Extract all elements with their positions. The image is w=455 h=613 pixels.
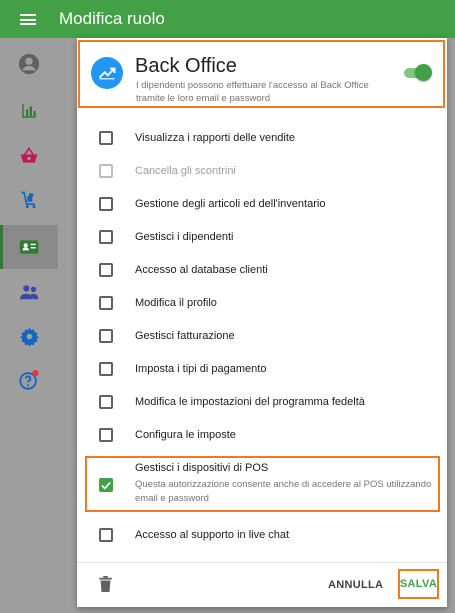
help-icon <box>19 369 39 390</box>
dialog-footer: ANNULLA SALVA <box>77 563 447 607</box>
customers-icon <box>20 285 38 300</box>
back-office-toggle[interactable] <box>402 62 432 84</box>
permission-label: Accesso al database clienti <box>135 264 268 276</box>
permission-label: Cancella gli scontrini <box>135 165 236 177</box>
toggle-thumb <box>415 64 432 81</box>
settings-gear-icon <box>19 327 39 346</box>
bar-chart-icon <box>22 104 36 118</box>
permission-row: Gestisci fatturazione <box>77 319 447 352</box>
sidebar-item-help[interactable] <box>0 358 58 402</box>
sidebar-item-items[interactable] <box>0 134 58 178</box>
permission-row: Visualizza i rapporti delle vendite <box>77 121 447 154</box>
back-office-description: I dipendenti possono effettuare l'access… <box>136 80 369 104</box>
cancel-button[interactable]: ANNULLA <box>328 579 383 591</box>
permission-checkbox[interactable] <box>99 197 113 211</box>
permission-checkbox[interactable] <box>99 230 113 244</box>
pos-permission-label: Gestisci i dispositivi di POS <box>135 462 269 474</box>
permission-label: Gestisci i dipendenti <box>135 231 234 243</box>
permission-checkbox[interactable] <box>99 263 113 277</box>
permission-checkbox[interactable] <box>99 296 113 310</box>
trash-icon[interactable] <box>99 576 112 592</box>
permission-checkbox[interactable] <box>99 428 113 442</box>
permission-label: Modifica le impostazioni del programma f… <box>135 396 365 408</box>
page-title: Modifica ruolo <box>59 9 165 28</box>
permission-row: Cancella gli scontrini <box>77 154 447 187</box>
permission-label: Visualizza i rapporti delle vendite <box>135 132 295 144</box>
sidebar-item-inventory[interactable] <box>0 178 58 222</box>
permission-label: Gestione degli articoli ed dell'inventar… <box>135 198 326 210</box>
sidebar-item-account[interactable] <box>0 42 58 86</box>
permission-row: Modifica il profilo <box>77 286 447 319</box>
sidebar-item-reports[interactable] <box>0 89 58 133</box>
sidebar-item-settings[interactable] <box>0 314 58 358</box>
permission-checkbox[interactable] <box>99 395 113 409</box>
permission-row: Accesso al database clienti <box>77 253 447 286</box>
permission-label: Imposta i tipi di pagamento <box>135 363 267 375</box>
permission-row: Imposta i tipi di pagamento <box>77 352 447 385</box>
inventory-cart-icon <box>21 191 36 209</box>
save-button-highlight: SALVA <box>398 569 439 599</box>
back-office-title: Back Office <box>135 55 237 77</box>
pos-permission-description: Questa autorizzazione consente anche di … <box>135 479 432 504</box>
permission-label: Modifica il profilo <box>135 297 217 309</box>
back-office-section: Back Office I dipendenti possono effettu… <box>78 40 445 108</box>
menu-icon[interactable] <box>20 14 36 25</box>
support-permission-checkbox[interactable] <box>99 528 113 542</box>
basket-icon <box>20 147 38 163</box>
permission-row: Gestisci i dipendenti <box>77 220 447 253</box>
employee-badge-icon <box>19 240 39 254</box>
pos-permission-row: Gestisci i dispositivi di POS Questa aut… <box>77 458 447 510</box>
permission-row: Gestione degli articoli ed dell'inventar… <box>77 187 447 220</box>
permission-row: Configura le imposte <box>77 418 447 451</box>
app-bar: Modifica ruolo <box>0 0 455 38</box>
permission-checkbox[interactable] <box>99 329 113 343</box>
permission-label: Gestisci fatturazione <box>135 330 235 342</box>
permission-checkbox[interactable] <box>99 131 113 145</box>
check-icon <box>101 481 111 490</box>
permission-row: Modifica le impostazioni del programma f… <box>77 385 447 418</box>
account-icon <box>18 53 40 75</box>
sidebar <box>0 38 58 613</box>
back-office-trend-icon <box>91 57 123 89</box>
permission-row: Accesso al supporto in live chat <box>77 518 447 551</box>
support-permission-label: Accesso al supporto in live chat <box>135 529 290 541</box>
permission-checkbox <box>99 164 113 178</box>
permission-checkbox[interactable] <box>99 362 113 376</box>
permission-label: Configura le imposte <box>135 429 236 441</box>
sidebar-item-customers[interactable] <box>0 270 58 314</box>
edit-role-dialog: Back Office I dipendenti possono effettu… <box>77 38 447 607</box>
pos-permission-checkbox[interactable] <box>99 478 113 492</box>
sidebar-item-employees[interactable] <box>0 225 58 269</box>
save-button[interactable]: SALVA <box>400 578 437 590</box>
